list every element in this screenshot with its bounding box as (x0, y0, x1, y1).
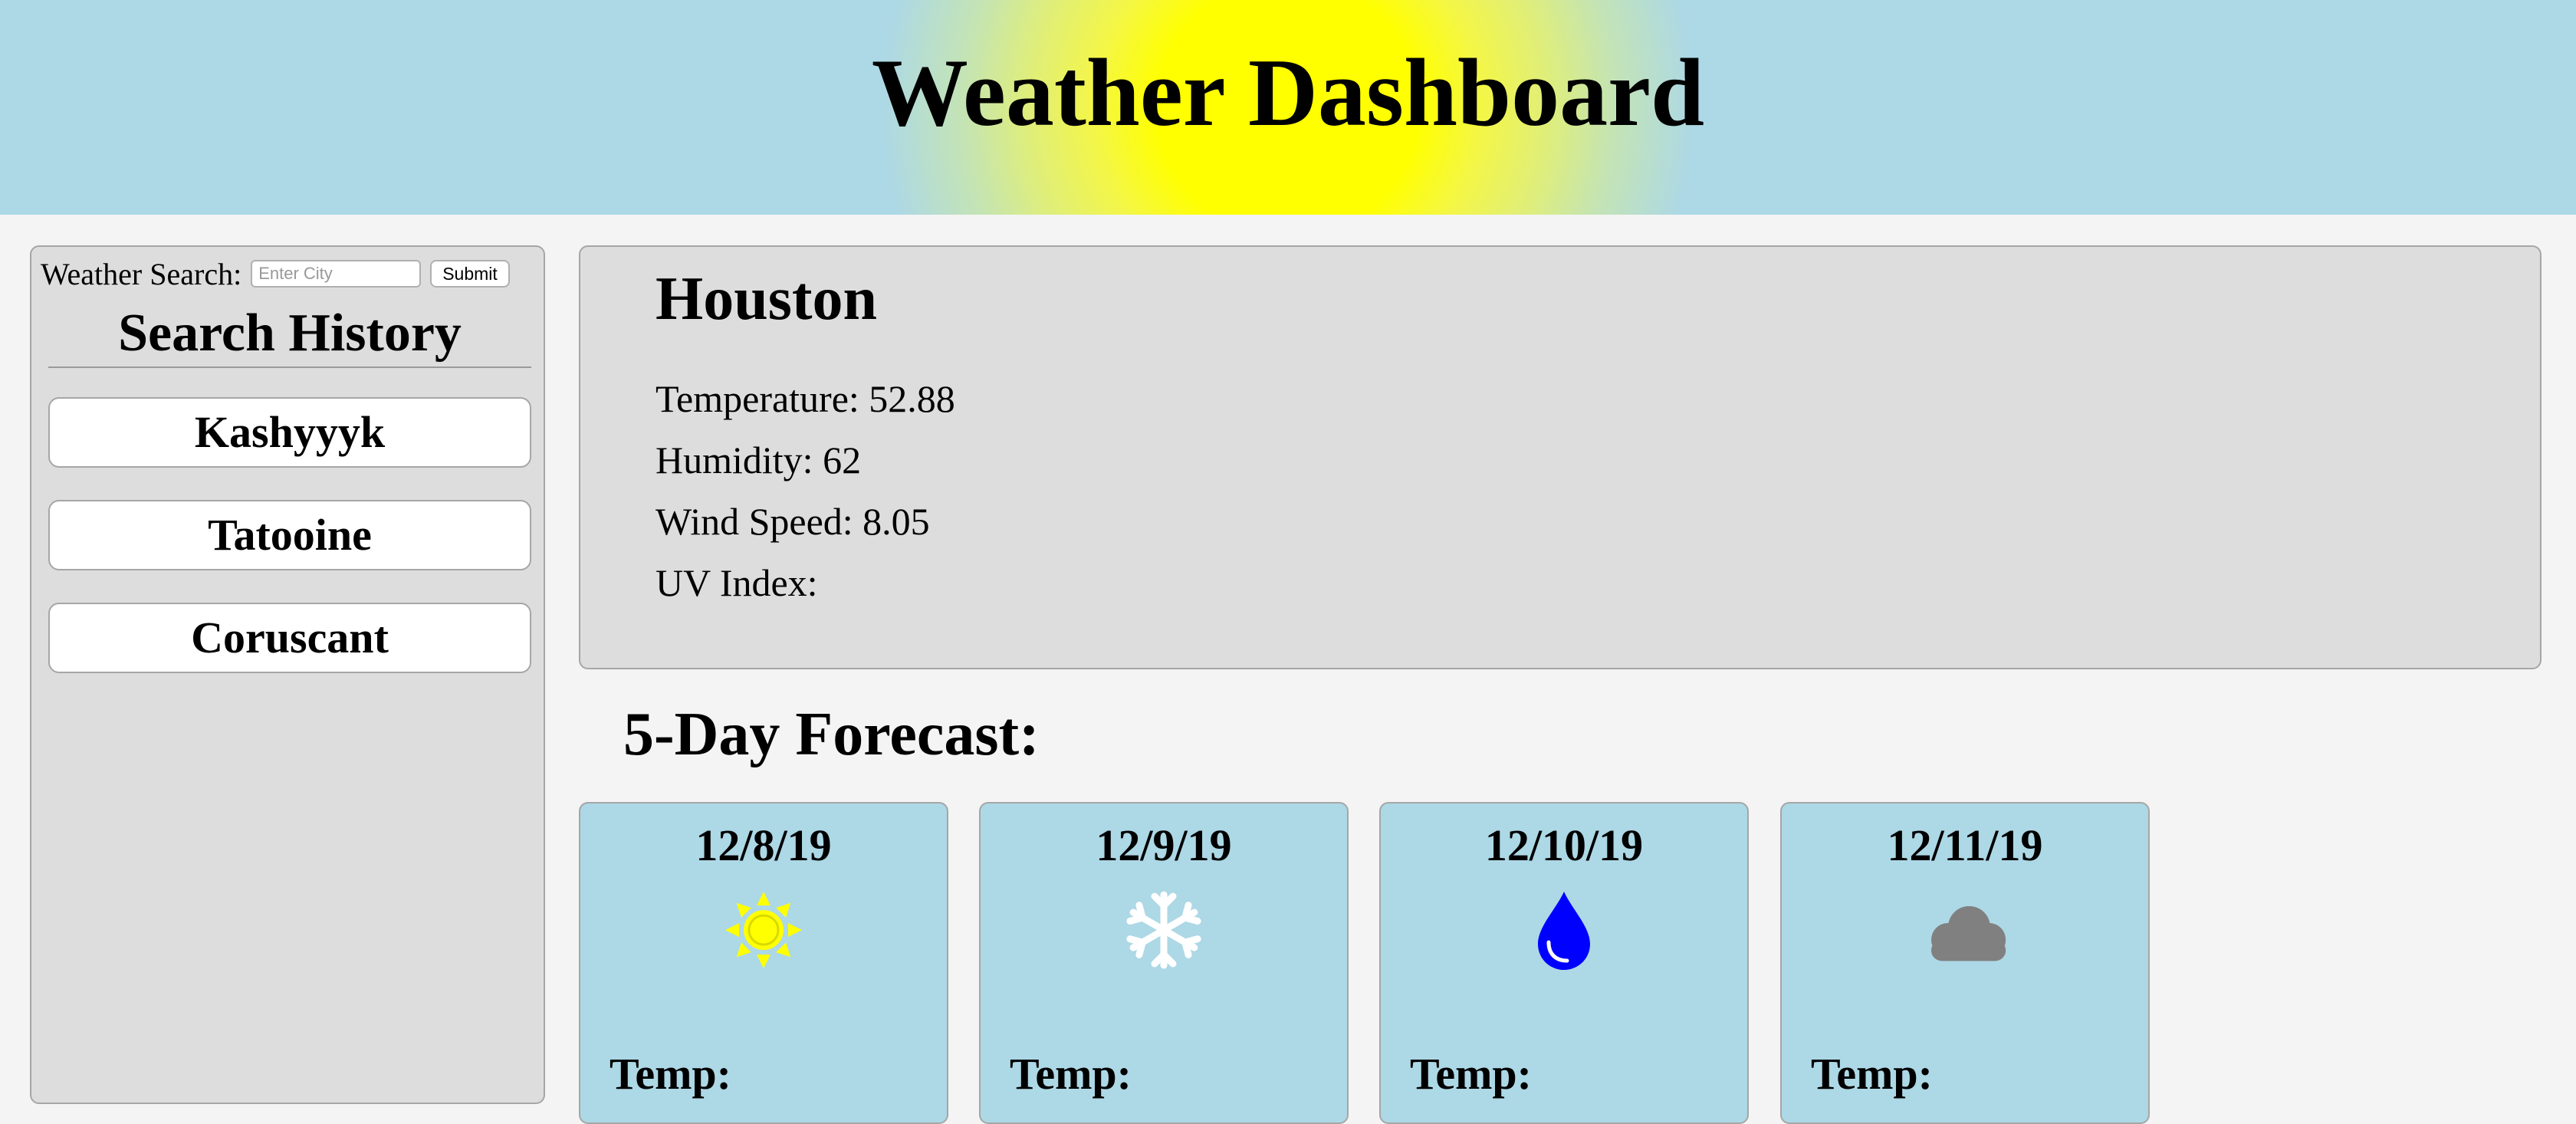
forecast-title: 5-Day Forecast: (623, 701, 1040, 768)
current-weather-card: Houston Temperature: 52.88 Humidity: 62 … (579, 245, 2542, 669)
forecast-date: 12/10/19 (1484, 820, 1644, 870)
forecast-temp-label: Temp: (610, 1049, 731, 1099)
forecast-temp-label: Temp: (1410, 1049, 1532, 1099)
history-item-coruscant[interactable]: Coruscant (48, 603, 531, 673)
raindrop-icon (1538, 892, 1590, 970)
forecast-temp-label: Temp: (1811, 1049, 1933, 1099)
cloud-icon (1931, 905, 2006, 961)
forecast-temp-label: Temp: (1010, 1049, 1132, 1099)
sidebar: Weather Search: Submit Search History Ka… (30, 245, 545, 1104)
city-search-input[interactable] (251, 260, 422, 288)
search-history-title: Search History (118, 304, 462, 363)
page-title: Weather Dashboard (871, 40, 1705, 146)
temperature-text: Temperature: 52.88 (656, 377, 955, 420)
header-banner: Weather Dashboard (0, 0, 2576, 215)
forecast-date: 12/8/19 (695, 820, 832, 870)
history-item-tatooine[interactable]: Tatooine (48, 500, 531, 570)
history-item-kashyyyk[interactable]: Kashyyyk (48, 397, 531, 468)
snowflake-icon (1126, 891, 1201, 969)
humidity-text: Humidity: 62 (656, 439, 862, 481)
wind-speed-text: Wind Speed: 8.05 (656, 500, 930, 543)
search-bar: Weather Search: Submit (41, 255, 510, 293)
forecast-card: 12/9/19 Temp: (979, 802, 1349, 1124)
forecast-date: 12/9/19 (1096, 820, 1232, 870)
city-name: Houston (656, 265, 877, 333)
submit-button[interactable]: Submit (430, 260, 510, 288)
forecast-date: 12/11/19 (1887, 820, 2043, 870)
search-label: Weather Search: (41, 256, 242, 291)
forecast-card: 12/11/19 Temp: (1780, 802, 2150, 1124)
forecast-card: 12/8/19 Temp: (579, 802, 948, 1124)
sun-icon (725, 892, 802, 968)
uv-index-text: UV Index: (656, 561, 818, 604)
forecast-card: 12/10/19 Temp: (1379, 802, 1749, 1124)
history-divider (48, 366, 531, 368)
